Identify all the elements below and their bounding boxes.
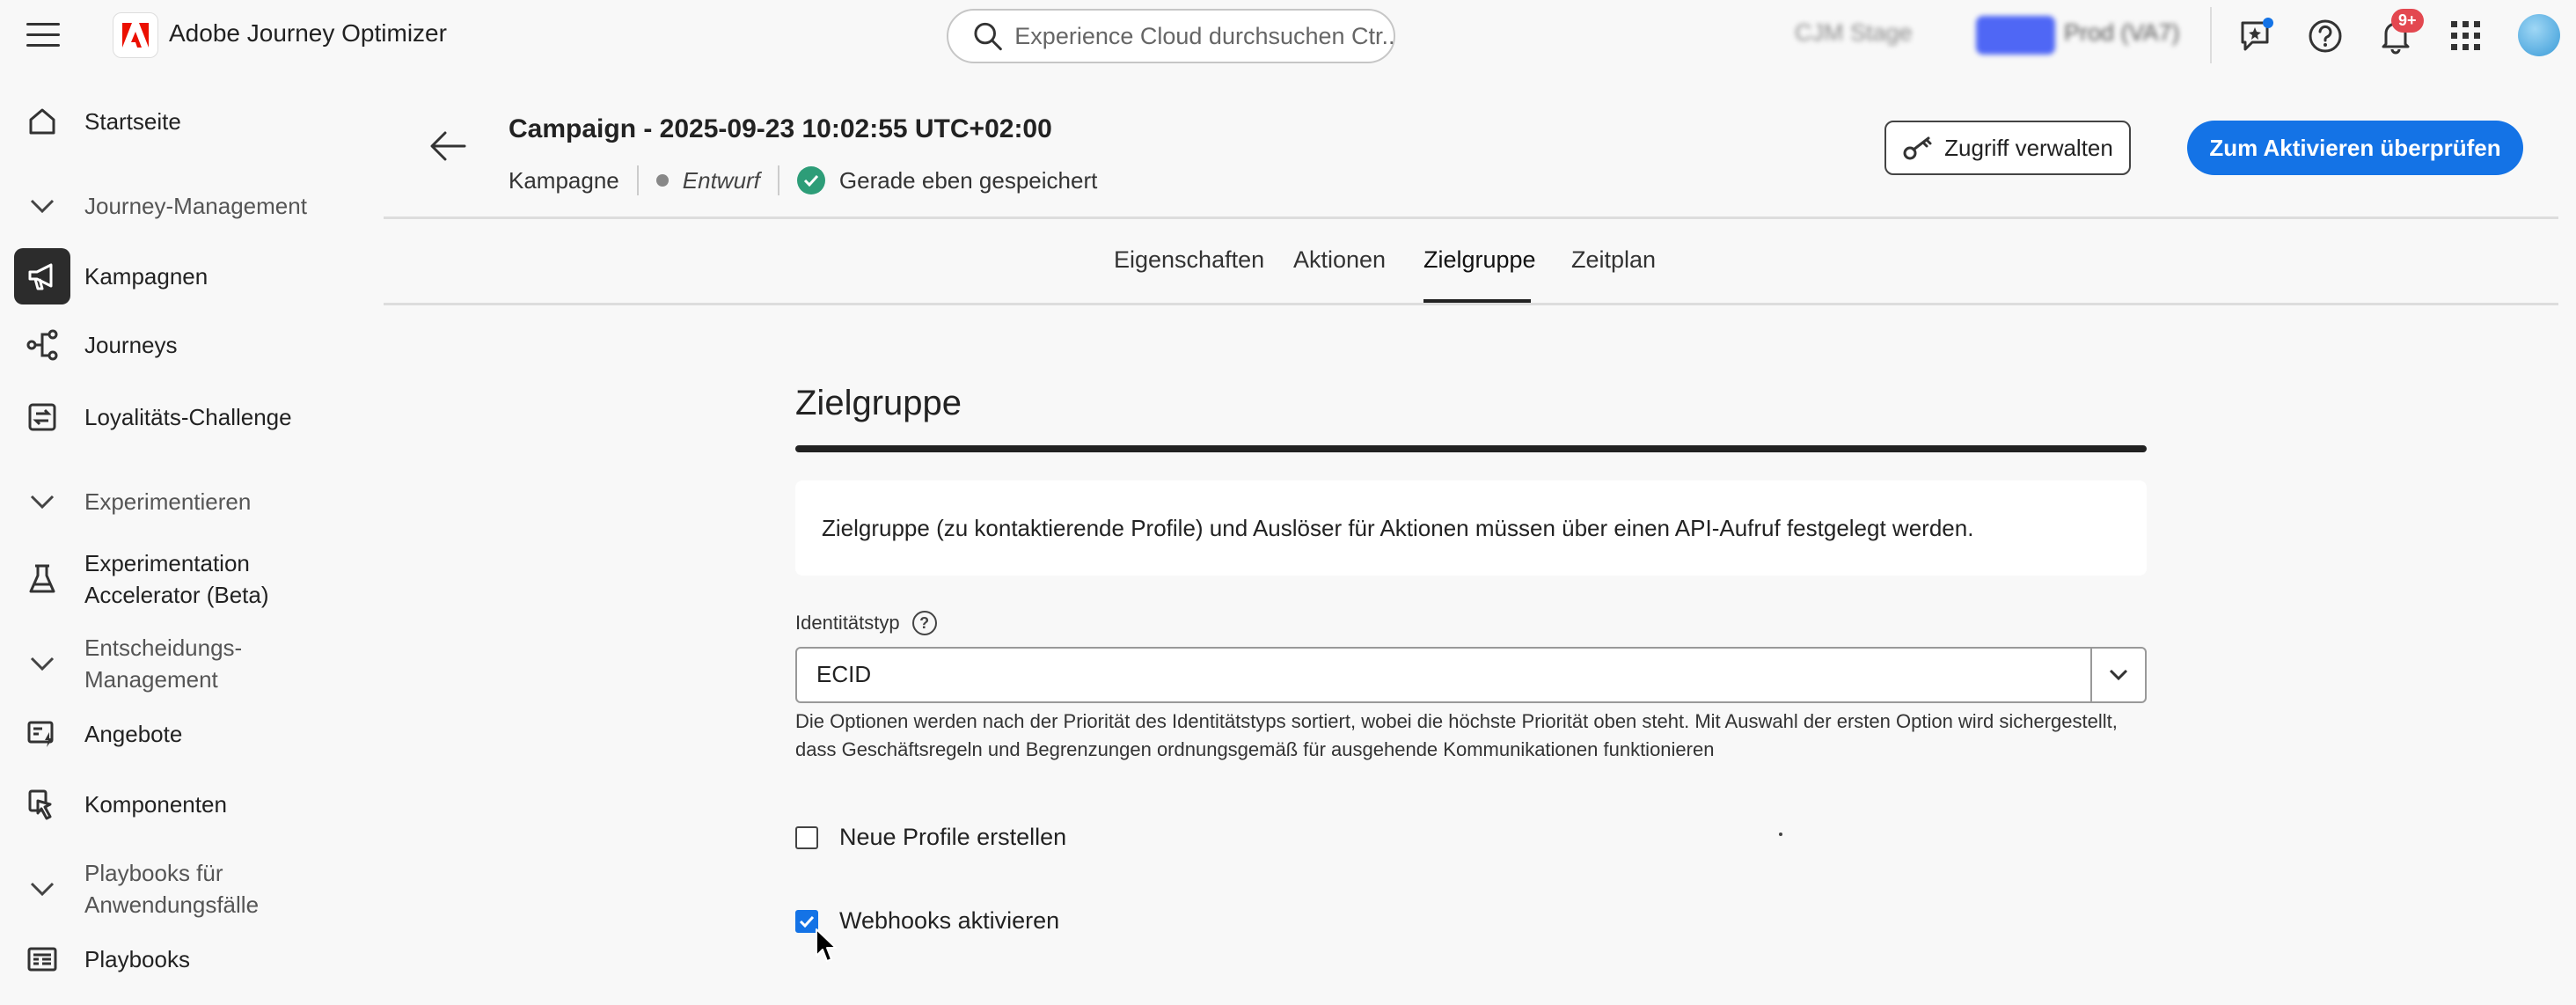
manage-access-label: Zugriff verwalten: [1944, 134, 2113, 161]
menu-icon[interactable]: [26, 23, 60, 49]
sidebar-item-kampagnen[interactable]: Kampagnen: [0, 248, 352, 304]
journey-icon: [25, 327, 60, 363]
sidebar-section-journey-management[interactable]: Journey-Management: [0, 178, 352, 234]
help-icon[interactable]: ?: [911, 611, 937, 635]
tab-zeitplan[interactable]: Zeitplan: [1571, 246, 1656, 274]
search-input[interactable]: Experience Cloud durchsuchen Ctr...: [947, 9, 1395, 63]
back-arrow-icon[interactable]: [428, 128, 468, 164]
sidebar-item-loyalitaets-challenge[interactable]: Loyalitäts-Challenge: [0, 389, 352, 445]
divider: [384, 216, 2558, 219]
manage-access-button[interactable]: Zugriff verwalten: [1884, 121, 2131, 175]
sidebar-item-startseite[interactable]: Startseite: [0, 93, 352, 150]
create-profiles-checkbox-row[interactable]: Neue Profile erstellen: [795, 824, 1066, 851]
exchange-icon: [25, 400, 60, 435]
chevron-down-icon: [25, 188, 60, 224]
sidebar-item-komponenten[interactable]: Komponenten: [0, 776, 352, 833]
sidebar-section-experimentieren[interactable]: Experimentieren: [0, 473, 352, 530]
saved-status: Gerade eben gespeichert: [838, 166, 1098, 194]
key-icon: [1903, 136, 1932, 160]
offers-icon: [25, 716, 60, 752]
info-text: Zielgruppe (zu kontaktierende Profile) u…: [822, 514, 1974, 541]
chevron-down-icon: [25, 484, 60, 519]
saved-check-icon: [796, 166, 825, 194]
sidebar-item-journeys[interactable]: Journeys: [0, 317, 352, 373]
heading-underline: [795, 445, 2147, 452]
sidebar-item-label: Loyalitäts-Challenge: [84, 404, 292, 430]
chevron-down-icon: [25, 646, 60, 681]
mouse-cursor-icon: [815, 928, 839, 969]
components-icon: [25, 787, 60, 822]
sidebar-item-experimentation-accelerator[interactable]: Experimentation Accelerator (Beta): [0, 542, 352, 616]
status-badge: Entwurf: [682, 166, 760, 194]
app-name[interactable]: Adobe Journey Optimizer: [169, 19, 447, 48]
apps-grid-icon[interactable]: [2448, 18, 2485, 55]
sidebar-section-label: Experimentieren: [84, 488, 252, 515]
sidebar-item-label: Playbooks: [84, 946, 190, 972]
webhooks-label: Webhooks aktivieren: [839, 907, 1060, 934]
create-profiles-label: Neue Profile erstellen: [839, 824, 1067, 850]
home-icon: [25, 104, 60, 139]
sidebar-section-label: Entscheidungs- Management: [84, 635, 243, 693]
campaign-meta: Kampagne Entwurf Gerade eben gespeichert: [509, 165, 1097, 195]
tab-zielgruppe[interactable]: Zielgruppe: [1423, 246, 1536, 274]
sidebar-item-label: Kampagnen: [84, 263, 209, 290]
flask-icon: [25, 561, 60, 597]
sidebar-item-angebote[interactable]: Angebote: [0, 706, 352, 762]
adobe-logo-icon[interactable]: [113, 12, 158, 58]
env-badge[interactable]: [1976, 16, 2055, 55]
sidebar-item-label: Journeys: [84, 332, 178, 358]
identity-type-select[interactable]: ECID: [795, 647, 2147, 703]
notification-count-badge: 9+: [2391, 9, 2424, 33]
sidebar-section-entscheidungs-management[interactable]: Entscheidungs- Management: [0, 627, 352, 701]
sidebar-item-label: Experimentation Accelerator (Beta): [84, 550, 269, 608]
org-name[interactable]: Prod (VA7): [2064, 19, 2180, 47]
identity-type-help-text: Die Optionen werden nach der Priorität d…: [795, 710, 2118, 760]
divider: [777, 165, 779, 195]
campaign-type: Kampagne: [509, 166, 619, 194]
chevron-down-icon[interactable]: [2090, 649, 2145, 701]
sidebar-item-label: Komponenten: [84, 791, 227, 818]
identity-type-value: ECID: [816, 661, 872, 687]
info-box: Zielgruppe (zu kontaktierende Profile) u…: [795, 480, 2147, 576]
divider: [636, 165, 639, 195]
tab-eigenschaften[interactable]: Eigenschaften: [1114, 246, 1264, 274]
create-profiles-checkbox[interactable]: [795, 825, 818, 849]
review-activate-button[interactable]: Zum Aktivieren überprüfen: [2187, 121, 2523, 175]
search-placeholder: Experience Cloud durchsuchen Ctr...: [1014, 22, 1394, 49]
feedback-chat-icon[interactable]: [2238, 18, 2275, 55]
tab-aktionen[interactable]: Aktionen: [1293, 246, 1386, 274]
playbook-icon: [25, 942, 60, 977]
identity-type-label: Identitätstyp ?: [795, 611, 937, 635]
sidebar-item-label: Startseite: [84, 108, 181, 135]
avatar[interactable]: [2518, 14, 2560, 56]
sidebar-section-label: Playbooks für Anwendungsfälle: [84, 860, 260, 918]
sandbox-name[interactable]: CJM Stage: [1795, 19, 1913, 47]
search-icon: [974, 22, 1002, 51]
status-dot: [655, 174, 669, 187]
megaphone-icon: [14, 248, 70, 304]
chevron-down-icon: [25, 871, 60, 906]
divider: [384, 303, 2558, 305]
sidebar-item-label: Angebote: [84, 721, 183, 747]
sidebar-section-playbooks-anwendungsfaelle[interactable]: Playbooks für Anwendungsfälle: [0, 852, 352, 926]
help-icon[interactable]: [2307, 18, 2344, 55]
page-title: Campaign - 2025-09-23 10:02:55 UTC+02:00: [509, 114, 1052, 143]
stray-dot: [1779, 833, 1782, 836]
divider: [2210, 7, 2212, 63]
sidebar-item-playbooks[interactable]: Playbooks: [0, 931, 352, 987]
sidebar-section-label: Journey-Management: [84, 193, 307, 219]
section-heading: Zielgruppe: [795, 384, 962, 422]
